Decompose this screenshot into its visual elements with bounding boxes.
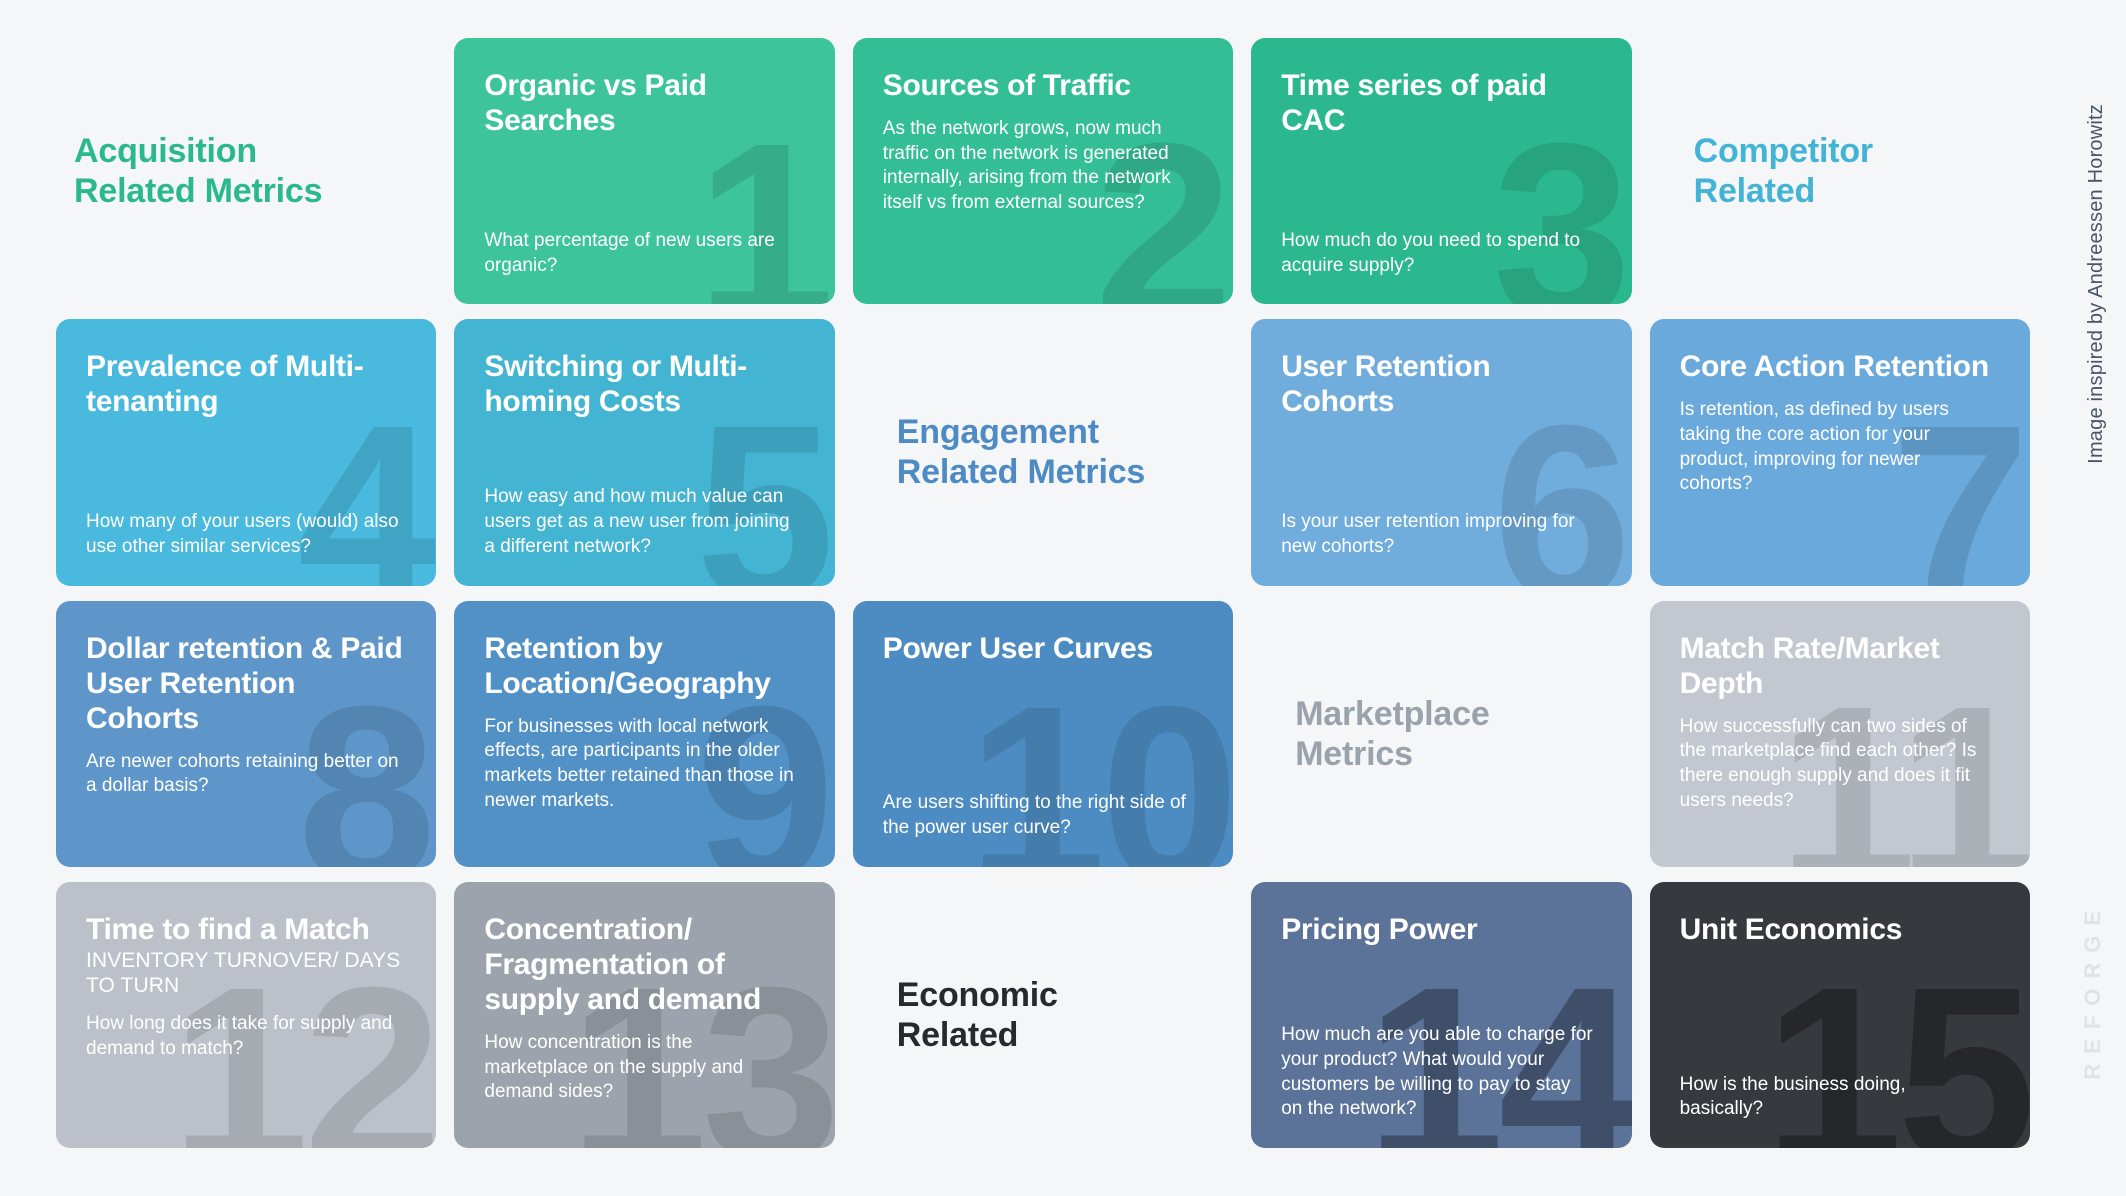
- section-header-economic: Economic Related: [853, 882, 1233, 1148]
- section-header-engagement: Engagement Related Metrics: [853, 319, 1233, 585]
- card-title-6: User Retention Cohorts: [1281, 350, 1491, 419]
- card-title-1: Organic vs Paid Searches: [484, 69, 707, 138]
- metric-card-10[interactable]: 10 Power User Curves Are users shifting …: [852, 600, 1234, 867]
- card-title-11: Match Rate/Market Depth: [1679, 631, 1940, 700]
- card-body-5: How easy and how much value can users ge…: [484, 486, 790, 557]
- card-body-12: How long does it take for supply and dem…: [86, 1013, 393, 1060]
- card-body-8: Are newer cohorts retaining better on a …: [86, 750, 399, 797]
- metric-card-15[interactable]: 15 Unit Economics How is the business do…: [1649, 881, 2030, 1148]
- infographic-board: Acquisition Related Metrics 1 Organic vs …: [0, 0, 2126, 1196]
- card-body-6: Is your user retention improving for new…: [1281, 511, 1575, 557]
- card-body-10: Are users shifting to the right side of …: [882, 792, 1186, 839]
- card-title-8: Dollar retention & Paid User Retention C…: [86, 631, 403, 735]
- metric-card-11[interactable]: 11 Match Rate/Market Depth How successfu…: [1649, 600, 2030, 867]
- card-body-14: How much are you able to charge for your…: [1281, 1024, 1593, 1120]
- section-header-competitor: Competitor Related: [1650, 38, 2030, 304]
- card-body-13: How concentration is the marketplace on …: [484, 1032, 744, 1103]
- card-title-2: Sources of Traffic: [882, 69, 1131, 102]
- metric-card-8[interactable]: 8 Dollar retention & Paid User Retention…: [56, 600, 437, 867]
- metric-card-14[interactable]: 14 Pricing Power How much are you able t…: [1251, 881, 1632, 1148]
- card-body-9: For businesses with local network effect…: [484, 715, 794, 811]
- card-title-14: Pricing Power: [1281, 912, 1478, 946]
- card-title-13: Concentration/ Fragmentation of supply a…: [484, 912, 761, 1016]
- section-header-engagement-label: Engagement Related Metrics: [896, 413, 1146, 492]
- metric-card-2[interactable]: 2 Sources of Traffic As the network grow…: [852, 38, 1234, 305]
- metrics-grid: Acquisition Related Metrics 1 Organic vs …: [56, 38, 2030, 1148]
- card-title-9: Retention by Location/Geography: [484, 631, 771, 700]
- section-header-competitor-label: Competitor Related: [1693, 132, 1874, 211]
- section-header-economic-label: Economic Related: [896, 975, 1058, 1054]
- card-body-15: How is the business doing, basically?: [1679, 1073, 1906, 1120]
- card-title-3: Time series of paid CAC: [1281, 69, 1547, 138]
- metric-card-13[interactable]: 13 Concentration/ Fragmentation of suppl…: [454, 881, 835, 1148]
- card-body-11: How successfully can two sides of the ma…: [1679, 715, 1977, 811]
- card-body-1: What percentage of new users are organic…: [484, 229, 775, 276]
- card-title-4: Prevalence of Multi-tenanting: [86, 350, 364, 419]
- metric-card-5[interactable]: 5 Switching or Multi-homing Costs How ea…: [454, 319, 835, 586]
- card-title-7: Core Action Retention: [1679, 350, 1990, 384]
- card-subtitle-12: INVENTORY TURNOVER/ DAYS TO TURN: [86, 948, 401, 997]
- section-header-marketplace-label: Marketplace Metrics: [1295, 694, 1490, 773]
- card-body-4: How many of your users (would) also use …: [86, 511, 399, 557]
- card-body-3: How much do you need to spend to acquire…: [1281, 229, 1581, 276]
- section-header-marketplace: Marketplace Metrics: [1251, 601, 1631, 867]
- metric-card-12[interactable]: 12 Time to find a Match INVENTORY TURNOV…: [56, 881, 437, 1148]
- metric-card-9[interactable]: 9 Retention by Location/Geography For bu…: [454, 600, 835, 867]
- card-title-10: Power User Curves: [882, 631, 1153, 665]
- metric-card-1[interactable]: 1 Organic vs Paid Searches What percenta…: [454, 38, 835, 305]
- metric-card-4[interactable]: 4 Prevalence of Multi-tenanting How many…: [56, 319, 437, 586]
- card-title-12: Time to find a Match: [86, 912, 370, 946]
- card-title-15: Unit Economics: [1679, 912, 1903, 946]
- section-header-acquisition-label: Acquisition Related Metrics: [74, 132, 323, 211]
- card-body-2: As the network grows, now much traffic o…: [882, 118, 1171, 214]
- metric-card-6[interactable]: 6 User Retention Cohorts Is your user re…: [1251, 319, 1632, 586]
- metric-card-7[interactable]: 7 Core Action Retention Is retention, as…: [1649, 319, 2030, 586]
- card-body-7: Is retention, as defined by users taking…: [1679, 399, 1949, 495]
- section-header-acquisition: Acquisition Related Metrics: [56, 38, 436, 304]
- card-title-5: Switching or Multi-homing Costs: [484, 350, 747, 419]
- metric-card-3[interactable]: 3 Time series of paid CAC How much do yo…: [1251, 38, 1632, 305]
